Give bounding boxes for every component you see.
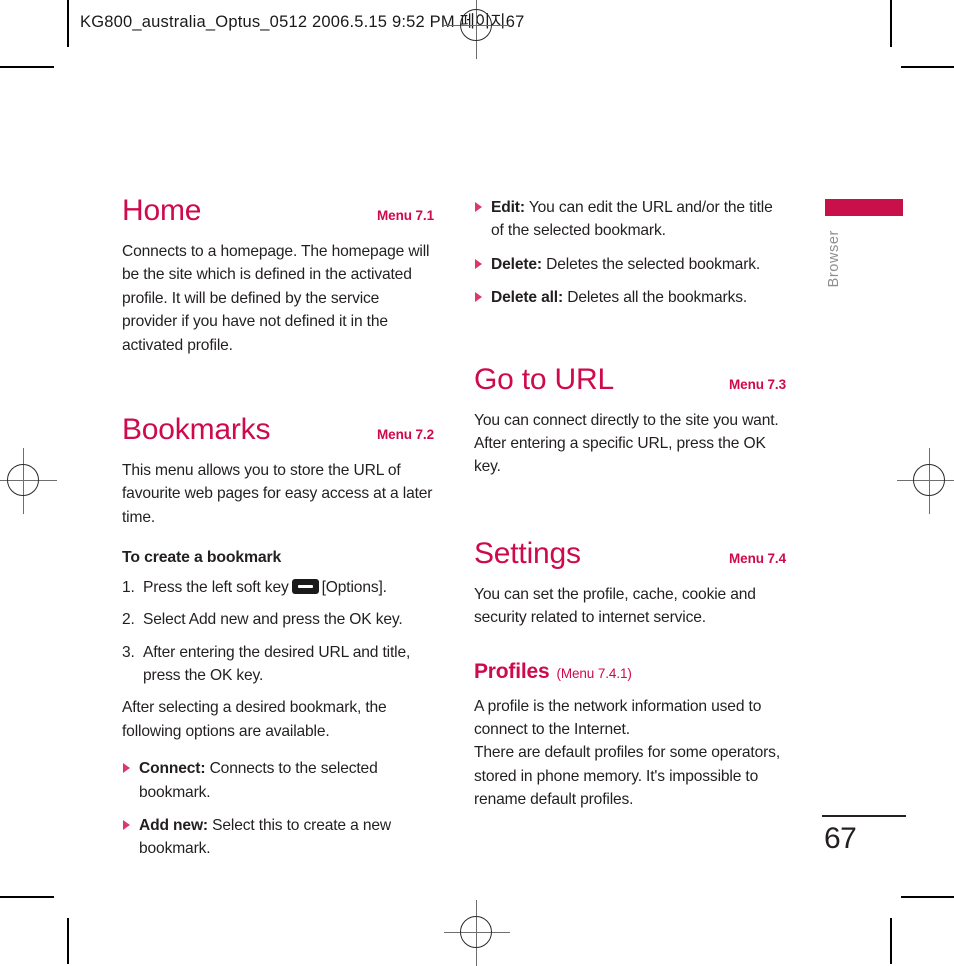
list-item: Edit: You can edit the URL and/or the ti… xyxy=(474,196,786,243)
step-number: 1. xyxy=(122,578,135,596)
section-header-go-to-url: Go to URL Menu 7.3 xyxy=(474,362,786,396)
menu-ref-settings: Menu 7.4 xyxy=(729,550,786,566)
option-term: Delete all: xyxy=(491,289,564,307)
folio-rule xyxy=(822,815,906,817)
triangle-bullet-icon xyxy=(123,819,130,830)
thumb-tab-label: Browser xyxy=(826,230,842,288)
section-paragraph-settings: You can set the profile, cache, cookie a… xyxy=(474,585,756,627)
section-title-bookmarks: Bookmarks xyxy=(122,412,271,446)
subheading-to-create-a-bookmark: To create a bookmark xyxy=(122,549,282,567)
section-header-bookmarks: Bookmarks Menu 7.2 xyxy=(122,412,434,446)
triangle-bullet-icon xyxy=(475,258,482,269)
section-header-settings: Settings Menu 7.4 xyxy=(474,536,786,570)
subsection-paragraph-profiles: A profile is the network information use… xyxy=(474,697,780,809)
right-column: Edit: You can edit the URL and/or the ti… xyxy=(474,196,786,812)
option-term: Connect: xyxy=(139,760,206,778)
bookmark-steps-list: 1. Press the left soft key [Options]. 2. Se… xyxy=(122,576,434,688)
step-text-before: Press the left soft key xyxy=(143,578,289,596)
subsection-title-profiles: Profiles xyxy=(474,659,550,683)
section-paragraph-go-to-url: You can connect directly to the site you… xyxy=(474,411,779,476)
list-item: Add new: Select this to create a new boo… xyxy=(122,814,434,861)
step-text: After entering the desired URL and title… xyxy=(143,643,411,684)
step-text-after: [Options]. xyxy=(321,578,387,596)
list-item: Delete all: Deletes all the bookmarks. xyxy=(474,286,786,309)
list-item: 2. Select Add new and press the OK key. xyxy=(122,608,434,631)
option-description: Deletes the selected bookmark. xyxy=(546,255,761,273)
option-term: Edit: xyxy=(491,199,525,216)
menu-ref-bookmarks: Menu 7.2 xyxy=(377,426,434,442)
step-number: 3. xyxy=(122,643,135,661)
soft-key-icon xyxy=(291,578,319,594)
menu-ref-profiles: (Menu 7.4.1) xyxy=(556,665,632,681)
triangle-bullet-icon xyxy=(475,202,482,212)
section-title-settings: Settings xyxy=(474,536,581,570)
left-column: Home Menu 7.1 Connects to a homepage. Th… xyxy=(122,196,434,871)
option-description: Deletes all the bookmarks. xyxy=(567,289,748,307)
bookmark-options-list-left: Connect: Connects to the selected bookma… xyxy=(122,757,434,861)
step-number: 2. xyxy=(122,611,135,629)
menu-ref-go-to-url: Menu 7.3 xyxy=(729,376,786,392)
list-item: 1. Press the left soft key [Options]. xyxy=(122,576,434,599)
paragraph-after-steps: After selecting a desired bookmark, the … xyxy=(122,699,387,740)
list-item: Delete: Deletes the selected bookmark. xyxy=(474,253,786,276)
menu-ref-home: Menu 7.1 xyxy=(377,208,434,223)
section-paragraph-home: Connects to a homepage. The homepage wil… xyxy=(122,243,430,354)
section-title-home: Home xyxy=(122,194,202,227)
option-term: Delete: xyxy=(491,255,542,273)
section-paragraph-bookmarks: This menu allows you to store the URL of… xyxy=(122,461,433,526)
section-title-go-to-url: Go to URL xyxy=(474,362,614,396)
page-number: 67 xyxy=(824,822,857,855)
option-term: Add new: xyxy=(139,816,208,834)
thumb-tab-bar xyxy=(825,199,903,216)
option-description: You can edit the URL and/or the title of… xyxy=(491,199,773,240)
manual-page: Home Menu 7.1 Connects to a homepage. Th… xyxy=(0,0,954,964)
list-item: 3. After entering the desired URL and tit… xyxy=(122,641,434,688)
triangle-bullet-icon xyxy=(123,763,130,774)
triangle-bullet-icon xyxy=(475,292,482,303)
list-item: Connect: Connects to the selected bookma… xyxy=(122,757,434,804)
bookmark-options-list-right: Edit: You can edit the URL and/or the ti… xyxy=(474,196,786,310)
subsection-header-profiles: Profiles (Menu 7.4.1) xyxy=(474,659,786,683)
section-header-home: Home Menu 7.1 xyxy=(122,196,434,226)
step-text: Select Add new and press the OK key. xyxy=(143,611,403,629)
